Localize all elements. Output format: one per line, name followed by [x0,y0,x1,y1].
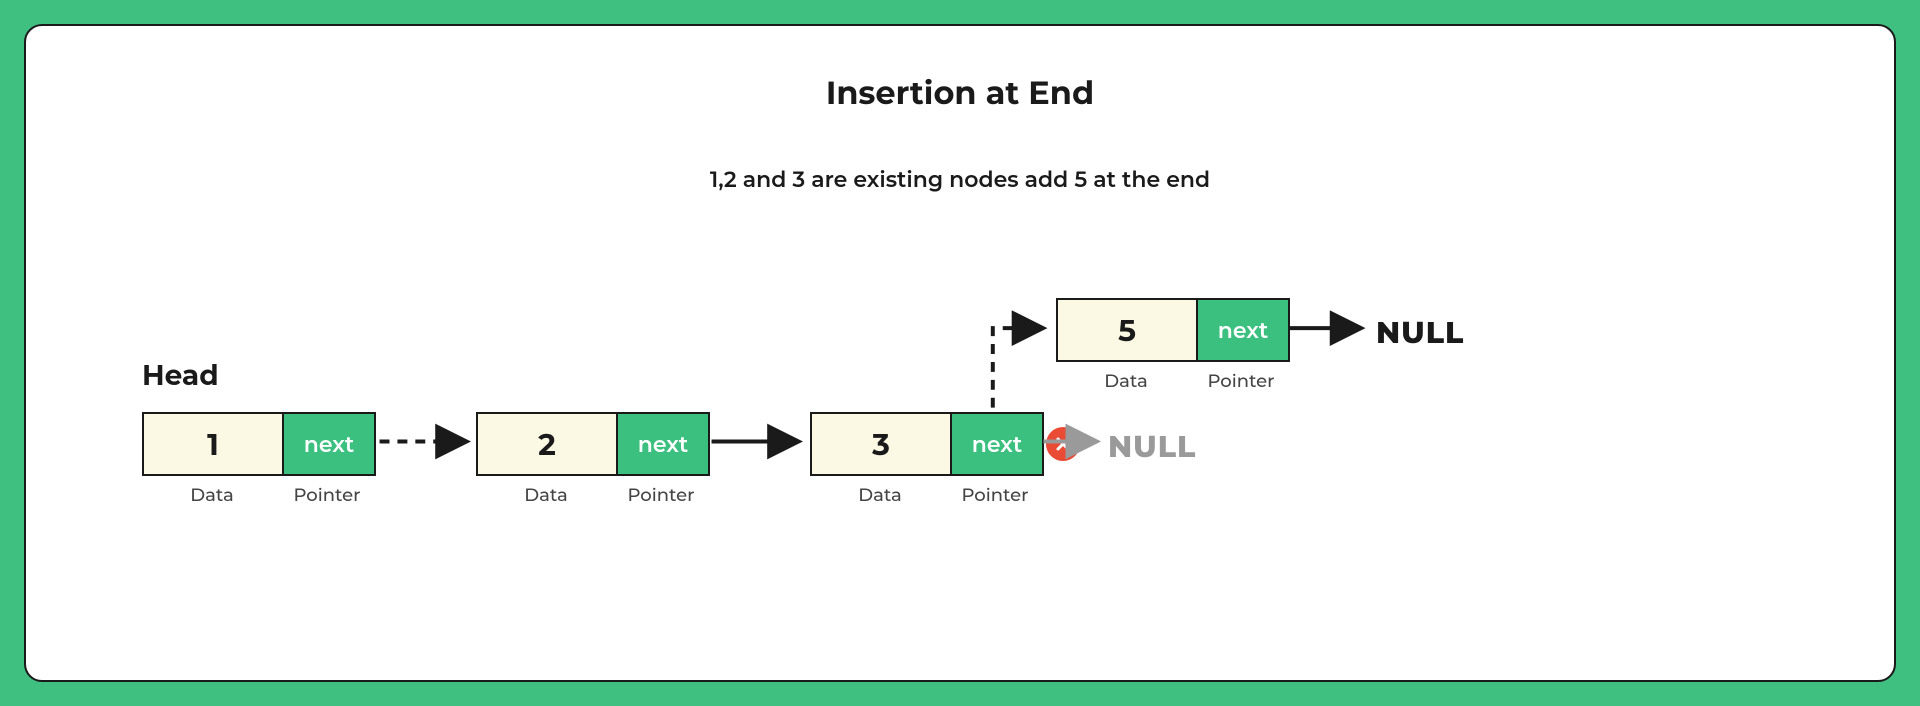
node-1-sublabels: Data Pointer [142,484,372,506]
node-3-pointer: next [952,414,1042,474]
diagram-canvas: Insertion at End 1,2 and 3 are existing … [24,24,1896,682]
arrow-3-to-new [993,328,1042,408]
node-2-pointer-label: Pointer [616,484,706,506]
node-new-pointer: next [1198,300,1288,360]
node-3-data-label: Data [810,484,950,506]
node-2-sublabels: Data Pointer [476,484,706,506]
head-label: Head [142,359,219,393]
removed-link-icon [1046,427,1080,461]
node-3-sublabels: Data Pointer [810,484,1040,506]
null-label-new: NULL [1376,314,1464,351]
node-new-pointer-label: Pointer [1196,370,1286,392]
diagram-title: Insertion at End [26,74,1894,113]
node-3: 3 next [810,412,1044,476]
node-1-data-label: Data [142,484,282,506]
node-1-data: 1 [144,414,284,474]
node-3-data: 3 [812,414,952,474]
arrows-layer [26,26,1894,680]
node-new: 5 next [1056,298,1290,362]
node-new-data: 5 [1058,300,1198,360]
node-2-data-label: Data [476,484,616,506]
node-2-data: 2 [478,414,618,474]
node-2: 2 next [476,412,710,476]
node-3-pointer-label: Pointer [950,484,1040,506]
node-1-pointer-label: Pointer [282,484,372,506]
null-label-old: NULL [1108,428,1196,465]
node-1-pointer: next [284,414,374,474]
node-1: 1 next [142,412,376,476]
node-new-sublabels: Data Pointer [1056,370,1286,392]
node-new-data-label: Data [1056,370,1196,392]
diagram-subtitle: 1,2 and 3 are existing nodes add 5 at th… [26,166,1894,193]
node-2-pointer: next [618,414,708,474]
